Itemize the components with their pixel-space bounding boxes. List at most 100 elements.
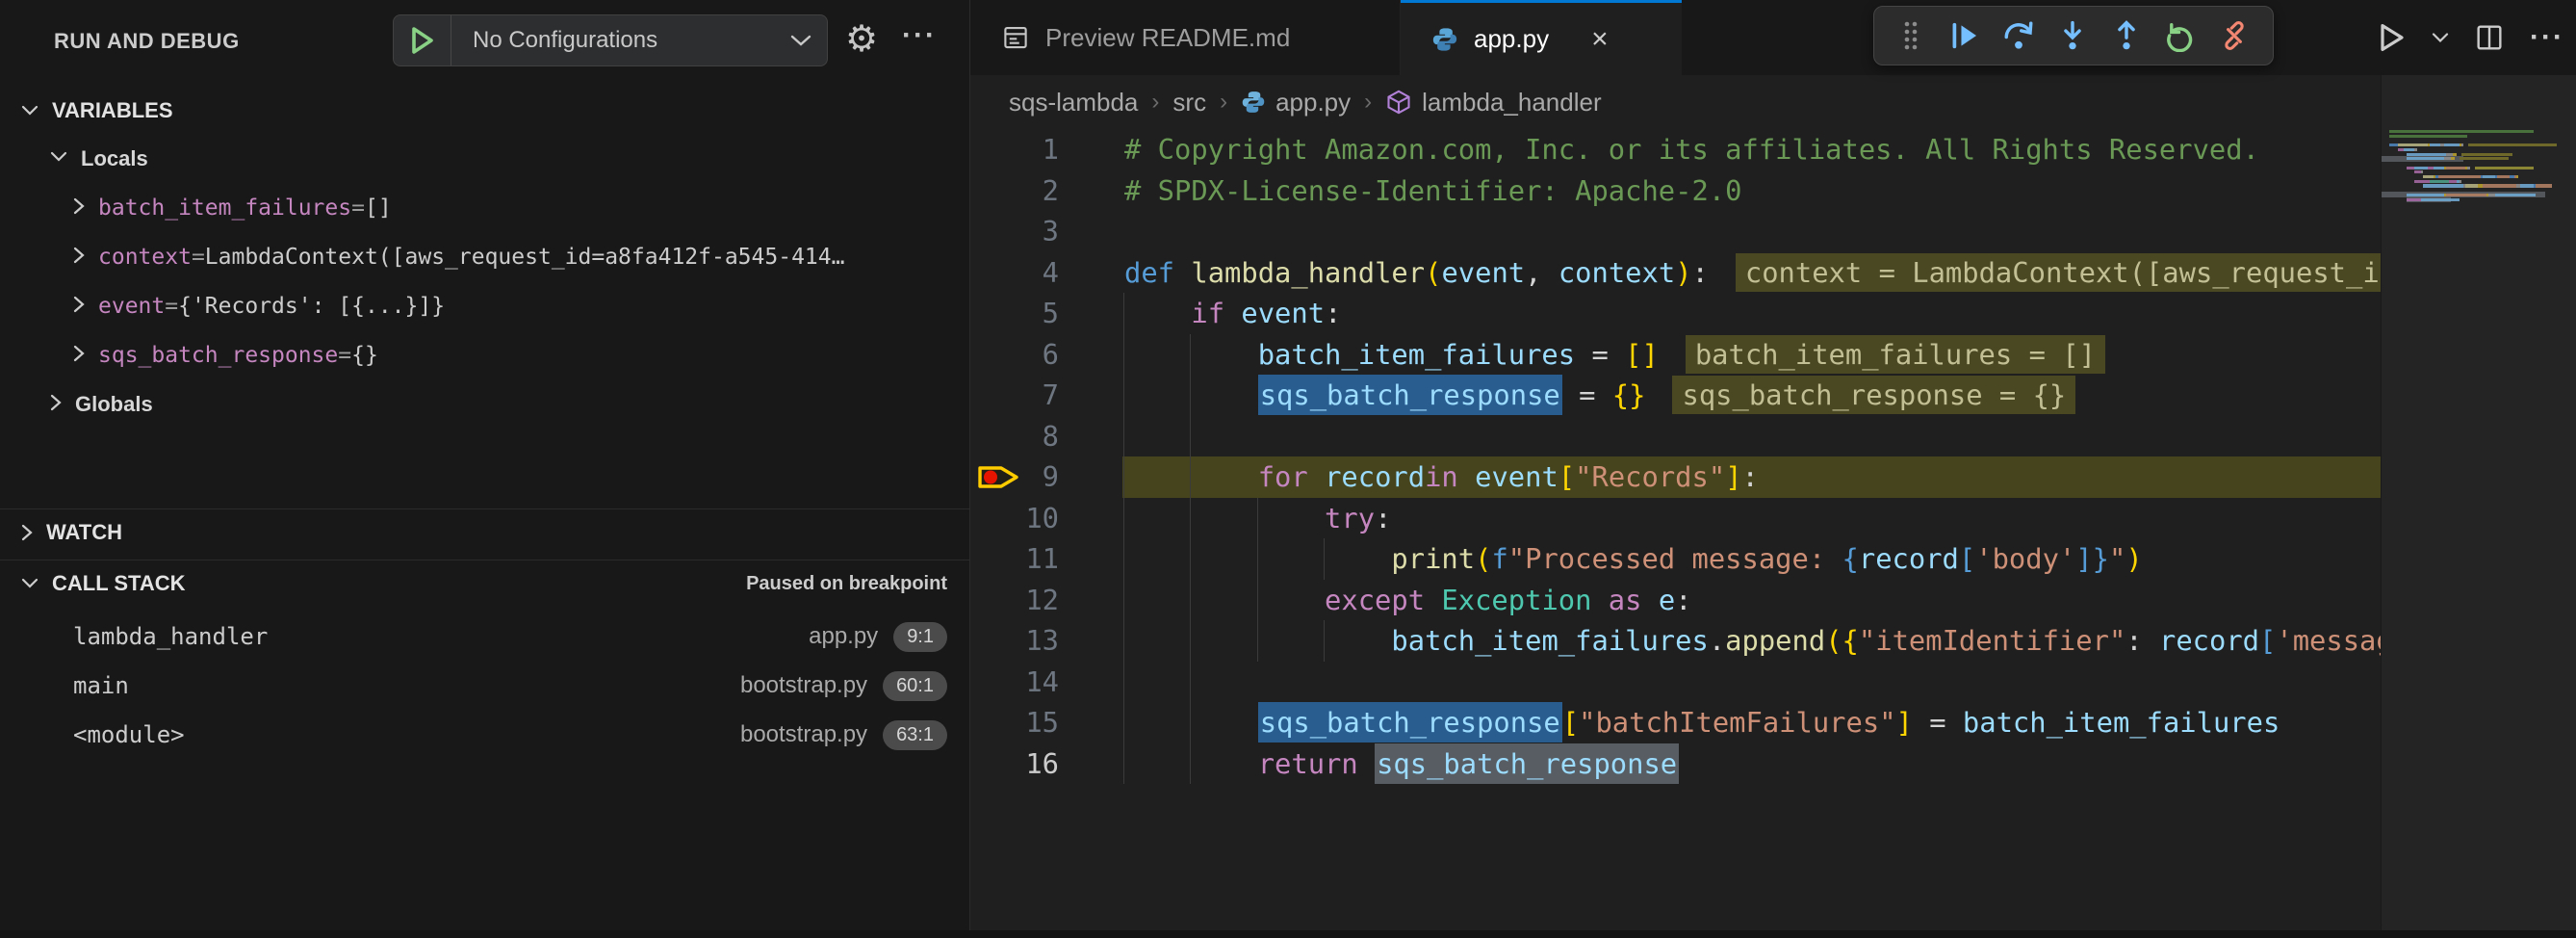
split-editor-button[interactable] xyxy=(2474,22,2505,53)
scope-row-locals[interactable]: Locals xyxy=(0,135,970,183)
stack-frame-row[interactable]: mainbootstrap.py60:1 xyxy=(0,662,970,710)
editor-tab-bar: Preview README.md app.py × xyxy=(970,0,2576,75)
continue-button[interactable] xyxy=(1938,11,1992,61)
variables-section-header[interactable]: VARIABLES xyxy=(0,89,970,133)
gutter-line-5[interactable]: 5 xyxy=(970,293,1124,334)
step-into-button[interactable] xyxy=(2046,11,2099,61)
frame-location: app.py9:1 xyxy=(809,622,947,652)
code-token: record xyxy=(1859,542,1959,575)
variable-row-batch_item_failures[interactable]: batch_item_failures = [] xyxy=(0,184,970,232)
watch-section-header[interactable]: WATCH xyxy=(0,510,970,555)
code-line-13[interactable]: 13 batch_item_failures.append({"itemIden… xyxy=(970,620,2381,662)
line-number: 8 xyxy=(1043,416,1059,457)
gutter-line-4[interactable]: 4 xyxy=(970,252,1124,294)
code-line-8[interactable]: 8 xyxy=(970,416,2381,457)
indent-guide xyxy=(1190,662,1191,703)
stack-frame-row[interactable]: lambda_handlerapp.py9:1 xyxy=(0,612,970,661)
breadcrumb-item-folder[interactable]: sqs-lambda xyxy=(1009,88,1138,117)
chevron-right-icon xyxy=(73,296,85,318)
minimap-token xyxy=(2430,180,2449,183)
code-line-2[interactable]: 2# SPDX-License-Identifier: Apache-2.0 xyxy=(970,170,2381,212)
gutter-line-16[interactable]: 16 xyxy=(970,743,1124,785)
code-line-7[interactable]: 7 sqs_batch_response = {}sqs_batch_respo… xyxy=(970,375,2381,416)
tab-preview-readme[interactable]: Preview README.md xyxy=(970,0,1401,75)
gutter-line-10[interactable]: 10 xyxy=(970,498,1124,539)
equals-sign: = xyxy=(192,245,205,270)
variable-row-event[interactable]: event = {'Records': [{...}]} xyxy=(0,282,970,330)
gutter-line-14[interactable]: 14 xyxy=(970,662,1124,703)
call-stack-section-header[interactable]: CALL STACK Paused on breakpoint xyxy=(0,561,970,606)
breadcrumb-item-file[interactable]: app.py xyxy=(1275,88,1351,117)
line-number: 7 xyxy=(1043,375,1059,416)
gutter-line-15[interactable]: 15 xyxy=(970,702,1124,743)
editor-group: Preview README.md app.py × xyxy=(970,0,2576,938)
code-line-11[interactable]: 11 print(f"Processed message: {record['b… xyxy=(970,538,2381,580)
code-token: event xyxy=(1441,256,1525,289)
indent-guide xyxy=(1123,416,1124,457)
gutter-line-1[interactable]: 1 xyxy=(970,129,1124,170)
gutter-line-2[interactable]: 2 xyxy=(970,170,1124,212)
code-line-10[interactable]: 10 try: xyxy=(970,498,2381,539)
code-line-9[interactable]: 9 for recordin event["Records"]:event = … xyxy=(970,456,2381,498)
gutter-line-9[interactable]: 9 xyxy=(970,456,1124,498)
run-dropdown-chevron-icon[interactable] xyxy=(2432,32,2449,43)
breadcrumb-item-folder[interactable]: src xyxy=(1172,88,1206,117)
code-line-5[interactable]: 5 if event: xyxy=(970,293,2381,334)
code-line-6[interactable]: 6 batch_item_failures = []batch_item_fai… xyxy=(970,334,2381,376)
more-actions-icon[interactable]: ··· xyxy=(895,15,943,60)
disconnect-button[interactable] xyxy=(2207,11,2261,61)
variable-row-context[interactable]: context = LambdaContext([aws_request_id=… xyxy=(0,233,970,281)
step-out-button[interactable] xyxy=(2099,11,2153,61)
code-line-12[interactable]: 12 except Exception as e: xyxy=(970,580,2381,621)
drag-handle[interactable] xyxy=(1884,11,1938,61)
minimap[interactable] xyxy=(2381,75,2576,930)
gutter-line-12[interactable]: 12 xyxy=(970,580,1124,621)
variable-name: batch_item_failures xyxy=(98,195,351,221)
restart-button[interactable] xyxy=(2153,11,2207,61)
line-number: 10 xyxy=(1025,498,1059,539)
scope-row-globals[interactable]: Globals xyxy=(0,380,970,429)
editor-actions: ··· xyxy=(2378,0,2564,75)
breadcrumb-item-symbol[interactable]: lambda_handler xyxy=(1422,88,1601,117)
paused-status-badge: Paused on breakpoint xyxy=(746,573,947,595)
variables-section-label: VARIABLES xyxy=(52,98,173,123)
sidebar-header: RUN AND DEBUG No Configurations ⚙ ··· xyxy=(0,0,970,83)
start-debug-button[interactable] xyxy=(394,15,451,65)
indent-guide xyxy=(1190,416,1191,457)
code-token: = xyxy=(1562,378,1612,411)
minimap-line xyxy=(2407,153,2513,156)
gutter-line-11[interactable]: 11 xyxy=(970,538,1124,580)
chevron-right-icon xyxy=(73,345,85,367)
gutter-line-6[interactable]: 6 xyxy=(970,334,1124,376)
gutter-line-3[interactable]: 3 xyxy=(970,211,1124,252)
stack-frame-row[interactable]: <module>bootstrap.py63:1 xyxy=(0,711,970,759)
equals-sign: = xyxy=(351,195,365,221)
gutter-line-13[interactable]: 13 xyxy=(970,620,1124,662)
debug-configuration-dropdown[interactable]: No Configurations xyxy=(393,14,828,66)
gutter-line-7[interactable]: 7 xyxy=(970,375,1124,416)
line-number: 1 xyxy=(1043,129,1059,170)
run-python-file-button[interactable] xyxy=(2378,22,2407,53)
code-line-4[interactable]: 4def lambda_handler(event, context):cont… xyxy=(970,252,2381,294)
gear-icon[interactable]: ⚙ xyxy=(839,17,884,62)
code-line-3[interactable]: 3 xyxy=(970,211,2381,252)
more-actions-icon[interactable]: ··· xyxy=(2530,21,2564,54)
code-line-15[interactable]: 15 sqs_batch_response["batchItemFailures… xyxy=(970,702,2381,743)
code-token: batch_item_failures xyxy=(1391,624,1708,657)
gutter-line-8[interactable]: 8 xyxy=(970,416,1124,457)
code-line-14[interactable]: 14 xyxy=(970,662,2381,703)
minimap-token xyxy=(2389,143,2398,146)
code-token: ({ xyxy=(1825,624,1859,657)
code-line-1[interactable]: 1# Copyright Amazon.com, Inc. or its aff… xyxy=(970,129,2381,170)
code-line-16[interactable]: 16 return sqs_batch_response xyxy=(970,743,2381,785)
variable-row-sqs_batch_response[interactable]: sqs_batch_response = {} xyxy=(0,331,970,379)
code-token: "batchItemFailures" xyxy=(1579,706,1895,739)
line-number: 6 xyxy=(1043,334,1059,376)
code-editor[interactable]: 1# Copyright Amazon.com, Inc. or its aff… xyxy=(970,129,2381,794)
code-token: f xyxy=(1491,542,1507,575)
code-token: event xyxy=(1475,460,1558,493)
step-over-button[interactable] xyxy=(1992,11,2046,61)
close-icon[interactable]: × xyxy=(1591,25,1609,54)
minimap-line xyxy=(2398,148,2417,151)
tab-app-py[interactable]: app.py × xyxy=(1401,0,1682,75)
